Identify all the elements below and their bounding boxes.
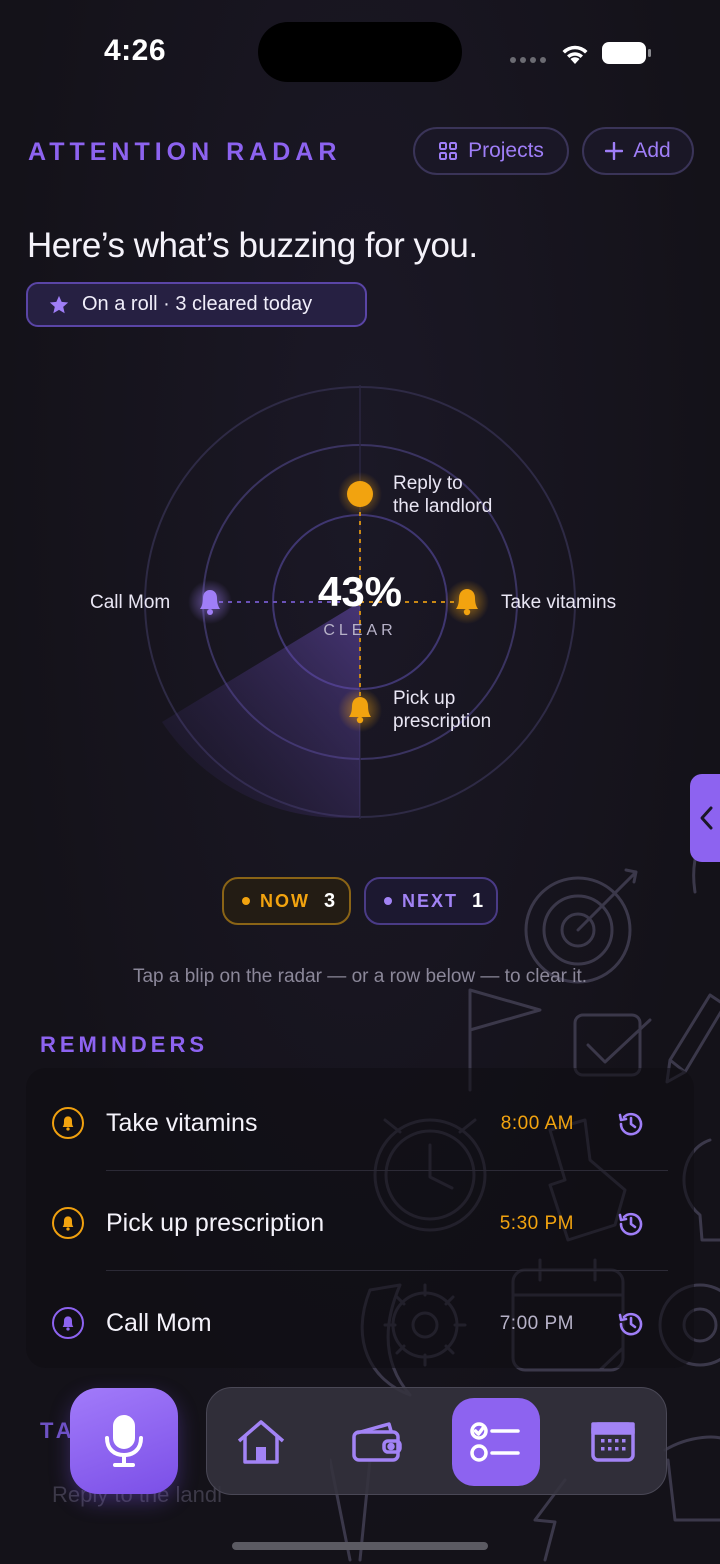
status-time: 4:26 [104, 34, 167, 67]
home-indicator [232, 1542, 488, 1550]
tab-wallet[interactable] [333, 1398, 421, 1486]
filter-next-chip[interactable]: NEXT 1 [364, 877, 498, 925]
tab-home[interactable] [217, 1398, 305, 1486]
tab-bar [206, 1387, 667, 1495]
bell-icon[interactable] [52, 1107, 84, 1139]
snooze-icon[interactable] [616, 1109, 646, 1139]
reminders-section-title: REMINDERS [40, 1032, 209, 1057]
side-drawer-tab[interactable] [690, 774, 720, 862]
filter-next-count: 1 [472, 889, 484, 912]
bell-icon[interactable] [52, 1307, 84, 1339]
filter-next-label: NEXT [402, 890, 459, 911]
app-title: ATTENTION RADAR [28, 138, 342, 166]
blip-label-line: prescription [393, 711, 492, 732]
blip-label-reply-landlord[interactable]: Reply to the landlord [393, 472, 492, 518]
grid-icon [439, 142, 458, 160]
blip-label-line: Reply to [393, 473, 463, 494]
reminder-row[interactable]: Pick up prescription 5:30 PM [26, 1171, 694, 1271]
snooze-icon[interactable] [616, 1209, 646, 1239]
projects-label: Projects [468, 139, 544, 162]
streak-text: On a roll · 3 cleared today [82, 293, 313, 315]
projects-button[interactable]: Projects [413, 127, 569, 175]
blip-reply-landlord[interactable] [338, 472, 382, 516]
clear-percentage: 43% [317, 568, 403, 615]
blip-label-pick-up-prescription[interactable]: Pick up prescription [393, 687, 491, 733]
plus-icon [605, 142, 624, 160]
screen: 4:26 ATTENTION RADAR Projects Add Here’s… [0, 0, 720, 1564]
calendar-icon [591, 1422, 635, 1462]
chevron-left-icon [700, 806, 713, 830]
tab-calendar[interactable] [569, 1398, 657, 1486]
blip-label-line: Pick up [393, 688, 456, 709]
filter-now-count: 3 [324, 889, 336, 912]
reminder-title: Take vitamins [106, 1109, 258, 1137]
snooze-icon[interactable] [616, 1309, 646, 1339]
reminder-row[interactable]: Call Mom 7:00 PM [26, 1271, 694, 1371]
next-dot [384, 897, 392, 905]
headline: Here’s what’s buzzing for you. [27, 226, 478, 265]
microphone-icon [105, 1415, 143, 1467]
reminder-time: 5:30 PM [499, 1213, 574, 1234]
wallet-icon [352, 1422, 402, 1462]
bell-icon[interactable] [52, 1207, 84, 1239]
add-label: Add [633, 139, 671, 162]
add-button[interactable]: Add [582, 127, 694, 175]
battery-icon [602, 42, 651, 64]
blip-label-line: the landlord [393, 496, 493, 517]
reminder-time: 8:00 AM [500, 1113, 574, 1134]
clear-caption: CLEAR [323, 622, 397, 639]
streak-badge: On a roll · 3 cleared today [26, 282, 367, 327]
hint-text: Tap a blip on the radar — or a row below… [132, 966, 588, 987]
reminder-title: Pick up prescription [106, 1209, 325, 1237]
reminder-row[interactable]: Take vitamins 8:00 AM [26, 1071, 694, 1171]
home-icon [237, 1420, 285, 1464]
blip-pick-up-prescription[interactable] [338, 688, 382, 732]
voice-button[interactable] [70, 1388, 178, 1494]
star-icon [49, 295, 69, 313]
reminder-title: Call Mom [106, 1309, 212, 1337]
tab-tasks[interactable] [452, 1398, 540, 1486]
filter-now-label: NOW [260, 890, 310, 911]
wifi-icon [562, 45, 588, 64]
reminder-time: 7:00 PM [499, 1313, 574, 1334]
checklist-icon [470, 1422, 520, 1462]
dynamic-island [258, 22, 462, 82]
filter-now-chip[interactable]: NOW 3 [222, 877, 351, 925]
signal-icon [510, 57, 546, 63]
now-dot [242, 897, 250, 905]
